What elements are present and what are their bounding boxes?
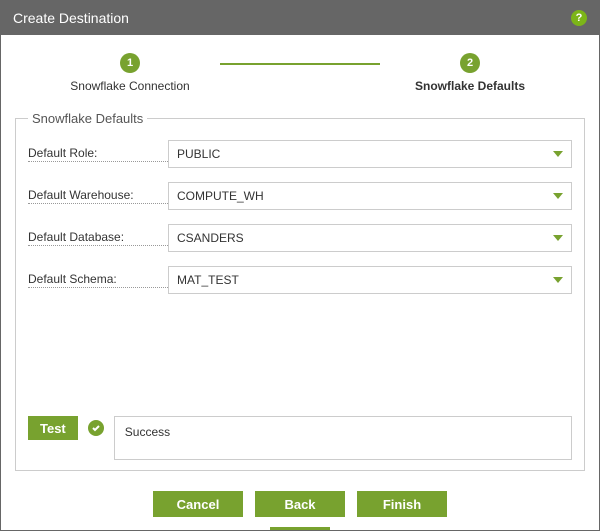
back-button[interactable]: Back <box>255 491 345 517</box>
check-circle-icon <box>88 420 104 436</box>
select-value: MAT_TEST <box>177 273 239 287</box>
step-connection[interactable]: 1 Snowflake Connection <box>40 53 220 93</box>
row-default-role: Default Role: PUBLIC <box>28 140 572 168</box>
titlebar: Create Destination ? <box>1 1 599 35</box>
test-result-box: Success <box>114 416 572 460</box>
select-default-database[interactable]: CSANDERS <box>168 224 572 252</box>
step-circle: 2 <box>460 53 480 73</box>
create-destination-dialog: Create Destination ? 1 Snowflake Connect… <box>0 0 600 531</box>
spacer <box>28 294 572 406</box>
snowflake-defaults-fieldset: Snowflake Defaults Default Role: PUBLIC … <box>15 111 585 471</box>
row-default-warehouse: Default Warehouse: COMPUTE_WH <box>28 182 572 210</box>
chevron-down-icon <box>553 277 563 283</box>
chevron-down-icon <box>553 235 563 241</box>
dialog-footer: Cancel Back Finish <box>1 479 599 527</box>
finish-button[interactable]: Finish <box>357 491 447 517</box>
test-button[interactable]: Test <box>28 416 78 440</box>
step-circle: 1 <box>120 53 140 73</box>
select-value: COMPUTE_WH <box>177 189 264 203</box>
step-connector <box>220 63 380 65</box>
select-value: PUBLIC <box>177 147 220 161</box>
label-default-warehouse: Default Warehouse: <box>28 188 168 204</box>
row-default-schema: Default Schema: MAT_TEST <box>28 266 572 294</box>
row-default-database: Default Database: CSANDERS <box>28 224 572 252</box>
chevron-down-icon <box>553 193 563 199</box>
label-default-database: Default Database: <box>28 230 168 246</box>
dialog-title: Create Destination <box>13 10 129 26</box>
step-label: Snowflake Connection <box>70 79 189 93</box>
select-default-schema[interactable]: MAT_TEST <box>168 266 572 294</box>
select-value: CSANDERS <box>177 231 244 245</box>
dialog-body: Snowflake Defaults Default Role: PUBLIC … <box>1 99 599 479</box>
step-defaults[interactable]: 2 Snowflake Defaults <box>380 53 560 93</box>
chevron-down-icon <box>553 151 563 157</box>
select-default-warehouse[interactable]: COMPUTE_WH <box>168 182 572 210</box>
test-result-text: Success <box>125 425 170 439</box>
help-icon[interactable]: ? <box>571 10 587 26</box>
form-rows: Default Role: PUBLIC Default Warehouse: … <box>28 140 572 294</box>
select-default-role[interactable]: PUBLIC <box>168 140 572 168</box>
wizard-stepper: 1 Snowflake Connection 2 Snowflake Defau… <box>1 35 599 99</box>
label-default-schema: Default Schema: <box>28 272 168 288</box>
label-default-role: Default Role: <box>28 146 168 162</box>
footer-accent <box>270 527 330 530</box>
step-label: Snowflake Defaults <box>415 79 525 93</box>
cancel-button[interactable]: Cancel <box>153 491 243 517</box>
fieldset-legend: Snowflake Defaults <box>28 111 147 126</box>
test-row: Test Success <box>28 416 572 460</box>
